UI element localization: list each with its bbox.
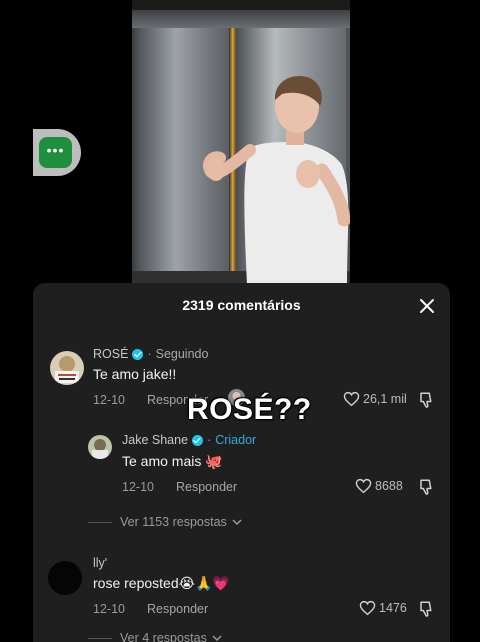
dislike-icon[interactable] bbox=[418, 478, 436, 496]
person-figure bbox=[203, 76, 350, 285]
video-top-bar bbox=[132, 0, 350, 10]
reply-button[interactable]: Responder bbox=[176, 480, 237, 494]
comments-sheet: 2319 comentários ROSÉ · Seguindo Te amo … bbox=[33, 283, 450, 642]
chevron-down-icon bbox=[212, 634, 222, 641]
comment-text: Te amo jake!! bbox=[93, 366, 177, 382]
like-count: 26,1 mil bbox=[363, 392, 407, 406]
comment-text: rose reposted😭🙏💗 bbox=[93, 575, 230, 591]
view-replies-label: Ver 4 respostas bbox=[120, 631, 207, 642]
avatar[interactable] bbox=[50, 351, 84, 385]
comments-header: 2319 comentários bbox=[33, 283, 450, 329]
like-button[interactable]: 1476 bbox=[359, 600, 407, 616]
reply-button[interactable]: Responder bbox=[147, 602, 208, 616]
view-replies-button[interactable]: Ver 1153 respostas bbox=[88, 515, 242, 529]
heart-icon bbox=[359, 600, 376, 616]
comment-meta: 12-10 Responder bbox=[93, 602, 208, 616]
dislike-icon[interactable] bbox=[418, 600, 436, 618]
comment-date: 12-10 bbox=[93, 393, 125, 407]
like-button[interactable]: 8688 bbox=[355, 478, 403, 494]
author-name[interactable]: lly' bbox=[93, 556, 107, 570]
creator-label: Criador bbox=[215, 433, 257, 447]
heart-icon bbox=[343, 391, 360, 407]
comment-meta: 12-10 Responder bbox=[122, 480, 237, 494]
divider-line bbox=[88, 521, 112, 523]
comment-date: 12-10 bbox=[122, 480, 154, 494]
comment-text: Te amo mais 🐙 bbox=[122, 453, 223, 469]
comment-author[interactable]: lly' bbox=[93, 556, 107, 570]
like-button[interactable]: 26,1 mil bbox=[343, 391, 407, 407]
like-count: 8688 bbox=[375, 479, 403, 493]
avatar[interactable] bbox=[88, 435, 112, 459]
more-dots-icon: ••• bbox=[39, 137, 72, 168]
dislike-icon[interactable] bbox=[418, 391, 436, 409]
comments-count-title: 2319 comentários bbox=[182, 297, 301, 313]
author-name[interactable]: Jake Shane bbox=[122, 433, 188, 447]
following-label: Seguindo bbox=[155, 347, 209, 361]
comment-date: 12-10 bbox=[93, 602, 125, 616]
floating-assistant-button[interactable]: ••• bbox=[33, 129, 81, 176]
video-caption-overlay: ROSÉ?? bbox=[187, 393, 312, 426]
author-name[interactable]: ROSÉ bbox=[93, 347, 128, 361]
divider-line bbox=[88, 637, 112, 639]
like-count: 1476 bbox=[379, 601, 407, 615]
elevator-frame bbox=[132, 10, 350, 28]
comment-author[interactable]: ROSÉ · Seguindo bbox=[93, 347, 208, 361]
verified-badge-icon bbox=[132, 348, 144, 360]
verified-badge-icon bbox=[192, 434, 204, 446]
video-player[interactable] bbox=[132, 0, 350, 285]
view-replies-label: Ver 1153 respostas bbox=[120, 515, 227, 529]
chevron-down-icon bbox=[232, 518, 242, 525]
comment-author[interactable]: Jake Shane · Criador bbox=[122, 433, 256, 447]
heart-icon bbox=[355, 478, 372, 494]
view-replies-button[interactable]: Ver 4 respostas bbox=[88, 631, 222, 642]
close-icon[interactable] bbox=[418, 297, 436, 315]
avatar[interactable] bbox=[48, 561, 82, 595]
